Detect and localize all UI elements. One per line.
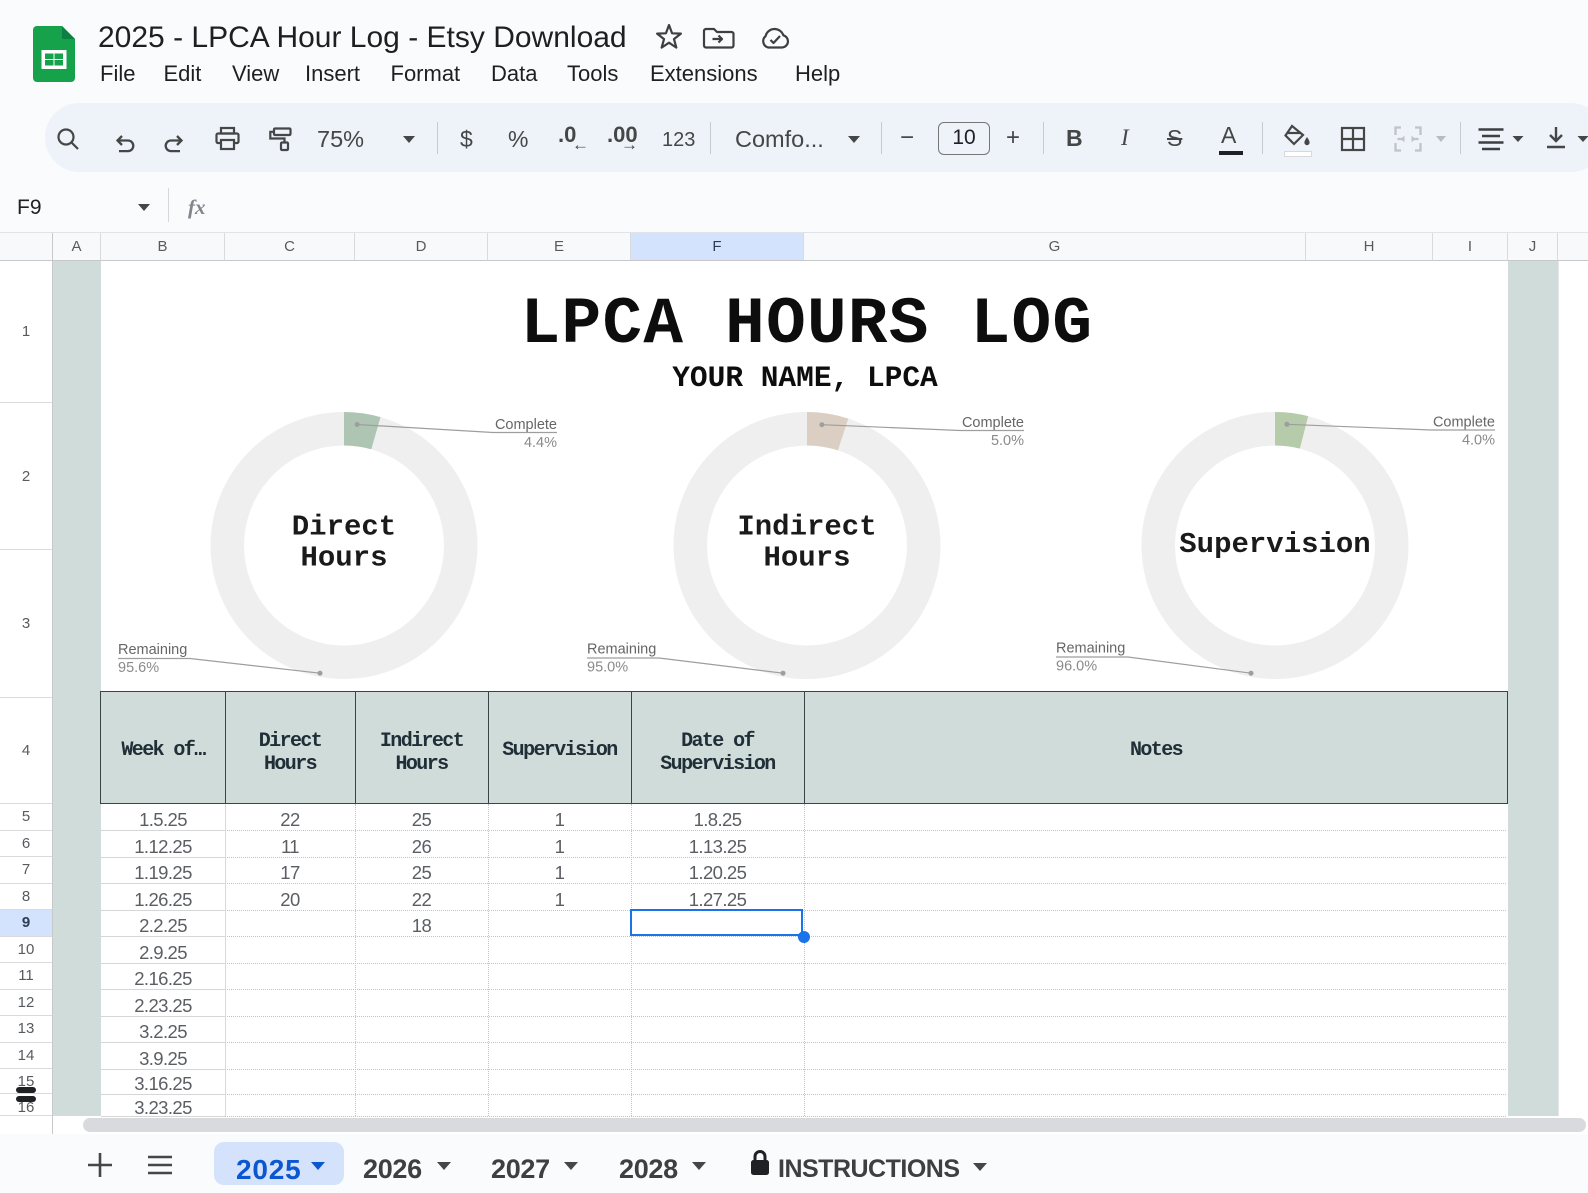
svg-text:95.6%: 95.6%: [118, 660, 159, 676]
svg-text:Remaining: Remaining: [1056, 641, 1125, 657]
svg-text:Direct: Direct: [292, 511, 396, 544]
svg-text:Remaining: Remaining: [118, 642, 187, 658]
svg-text:96.0%: 96.0%: [1056, 659, 1097, 675]
svg-text:4.4%: 4.4%: [524, 435, 557, 451]
svg-text:Remaining: Remaining: [587, 642, 656, 658]
svg-text:Hours: Hours: [763, 542, 850, 575]
svg-text:Indirect: Indirect: [737, 511, 876, 544]
svg-text:4.0%: 4.0%: [1462, 433, 1495, 449]
svg-text:Complete: Complete: [1433, 415, 1495, 431]
svg-text:5.0%: 5.0%: [991, 433, 1024, 449]
svg-text:Hours: Hours: [300, 542, 387, 575]
svg-text:Complete: Complete: [495, 417, 557, 433]
svg-text:Supervision: Supervision: [1179, 528, 1370, 561]
svg-text:95.0%: 95.0%: [587, 660, 628, 676]
svg-text:Complete: Complete: [962, 415, 1024, 431]
